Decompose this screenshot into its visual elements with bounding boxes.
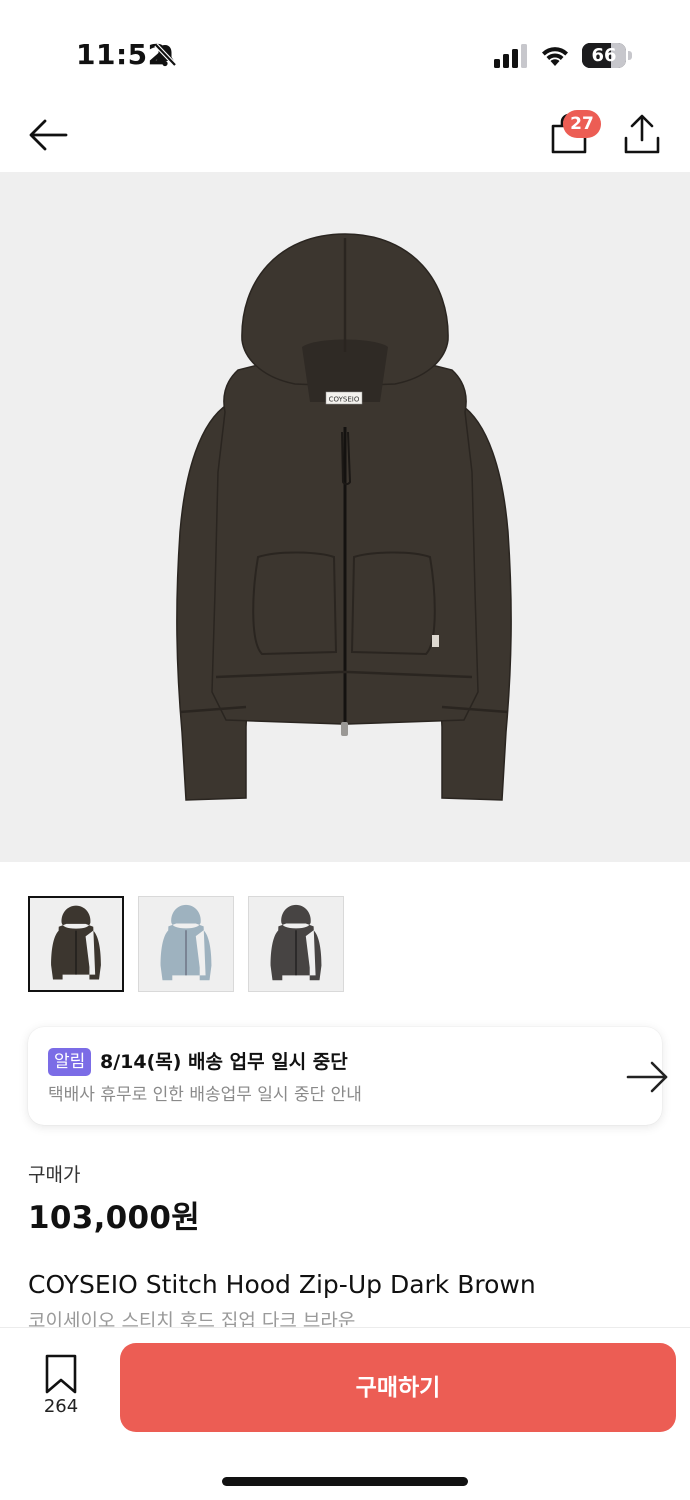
arrow-left-icon[interactable] xyxy=(24,112,72,158)
wifi-icon xyxy=(542,47,568,66)
thumbnail-charcoal[interactable] xyxy=(248,896,344,992)
status-bar: 11:52 66 xyxy=(0,0,690,100)
thumbnail-image xyxy=(51,905,101,980)
price-label: 구매가 xyxy=(28,1164,81,1186)
notice-tag: 알림 xyxy=(48,1048,92,1076)
notice-subtitle: 택배사 휴무로 인한 배송업무 일시 중단 안내 xyxy=(48,1085,362,1105)
bookmark-count: 264 xyxy=(43,1396,79,1417)
product-name-en: COYSEIO Stitch Hood Zip-Up Dark Brown xyxy=(28,1270,536,1299)
brand-label: COYSEIO xyxy=(329,396,360,404)
hoodie-image: COYSEIO xyxy=(176,233,512,801)
notice-banner[interactable]: 알림 8/14(목) 배송 업무 일시 중단 택배사 휴무로 인한 배송업무 일… xyxy=(28,1027,668,1125)
notice-title: 8/14(목) 배송 업무 일시 중단 xyxy=(100,1051,348,1073)
buy-button[interactable]: 구매하기 xyxy=(120,1343,676,1432)
arrow-right-icon[interactable] xyxy=(626,1060,670,1094)
bookmark-icon xyxy=(45,1354,77,1394)
bookmark-button[interactable]: 264 xyxy=(38,1352,88,1422)
thumbnail-image xyxy=(160,904,212,981)
cart-count-badge: 27 xyxy=(563,110,601,138)
thumbnail-sky-blue[interactable] xyxy=(138,896,234,992)
home-indicator xyxy=(222,1477,468,1486)
thumbnail-dark-brown[interactable] xyxy=(28,896,124,992)
bell-slash-icon xyxy=(154,43,177,67)
product-hero-image[interactable]: COYSEIO xyxy=(0,172,690,862)
thumbnail-image xyxy=(270,904,322,981)
bottom-action-bar: 264 구매하기 xyxy=(0,1327,690,1500)
battery-icon: 66 xyxy=(582,43,632,68)
price-value: 103,000원 xyxy=(28,1200,201,1236)
signal-icon xyxy=(494,44,527,68)
battery-level: 66 xyxy=(591,45,617,66)
share-icon[interactable] xyxy=(620,110,664,158)
